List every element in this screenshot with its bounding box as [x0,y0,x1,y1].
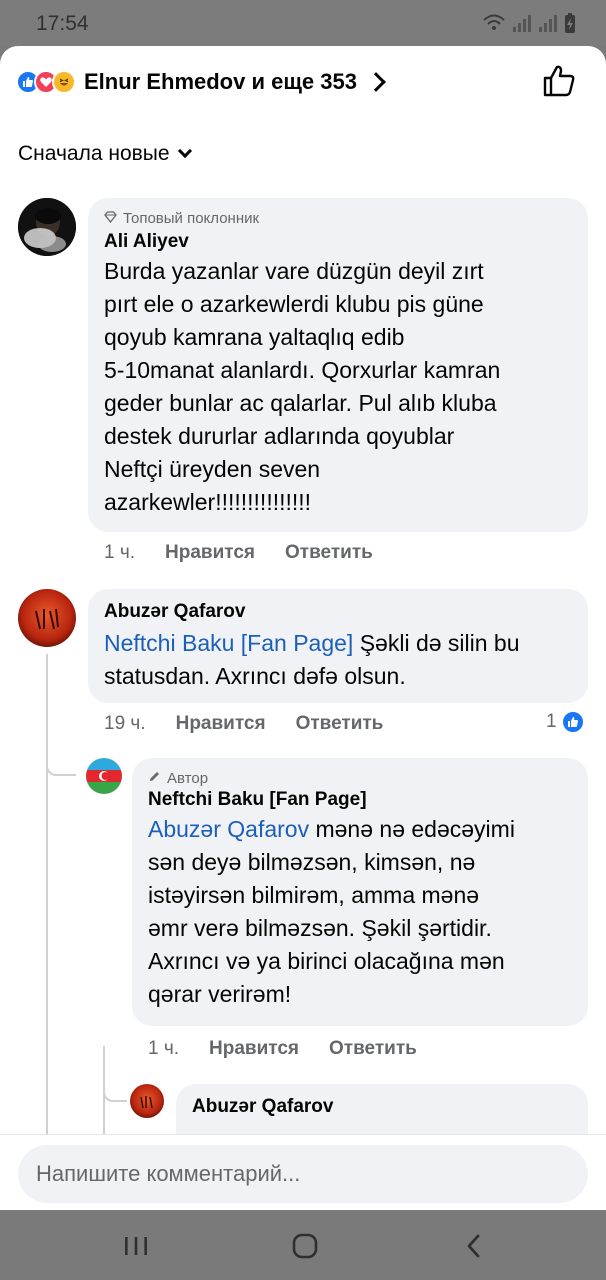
comment-actions: 1 ч. Нравится Ответить [148,1038,447,1060]
text-line: statusdan. Axrıncı dəfə olsun. [104,663,406,689]
signal-icon-2 [538,13,558,38]
comment-author[interactable]: Neftchi Baku [Fan Page] [148,789,572,811]
text-segment: Şəkli də silin bu [353,630,520,656]
text-line: qoyub kamrana yaltaqlıq edib [104,324,405,350]
author-badge: Автор [148,770,572,787]
like-button[interactable]: Нравится [176,713,266,735]
comment-text: Neftchi Baku [Fan Page] Şəkli də silin b… [104,627,572,693]
reply-connector [46,754,76,776]
comment-time: 19 ч. [104,713,146,734]
reaction-icons [16,70,76,94]
battery-charging-icon [564,12,576,39]
like-icon [560,710,585,734]
status-time: 17:54 [36,12,89,35]
comment-author[interactable]: Abuzər Qafarov [104,601,572,623]
signal-icon [512,13,532,38]
reactions-summary[interactable]: Elnur Ehmedov и еще 353 [16,64,590,100]
home-icon[interactable] [287,1228,323,1264]
sort-dropdown[interactable]: Сначала новые [18,142,192,166]
text-line: Abuzər Qafarov mənə nə edəcəyimi [148,813,572,846]
chevron-down-icon [177,143,192,159]
badge-label: Топовый поклонник [123,210,260,227]
reply-button[interactable]: Ответить [285,542,373,564]
text-line: 5-10manat alanlardı. Qorxurlar kamran [104,357,501,383]
text-line: istəyirsən bilmirəm, amma mənə [148,882,480,908]
text-line: Burda yazanlar vare düzgün deyil zırt [104,258,484,284]
wifi-icon [482,13,506,38]
text-segment: mənə nə edəcəyimi [309,816,515,842]
diamond-icon [104,210,117,227]
comment-time: 1 ч. [148,1038,180,1059]
avatar-neftchi-baku[interactable] [86,758,122,794]
top-fan-badge: Топовый поклонник [104,210,572,227]
comments-sheet: Elnur Ehmedov и еще 353 Сначала новые То… [0,46,606,1210]
status-icons [482,12,576,39]
text-line: Axrıncı və ya birinci olacağına mən [148,948,505,974]
like-button[interactable]: Нравится [209,1038,299,1060]
haha-icon [52,70,76,94]
comment-author[interactable]: Abuzər Qafarov [192,1096,572,1118]
text-line: pırt ele o azarkewlerdi klubu pis güne [104,291,484,317]
comment-bubble: Топовый поклонник Ali Aliyev Burda yazan… [88,198,588,532]
comment-bubble: Автор Neftchi Baku [Fan Page] Abuzər Qaf… [132,758,588,1026]
thread-line [46,654,48,1134]
reply-button[interactable]: Ответить [296,713,384,735]
pencil-icon [148,770,161,787]
reply-button[interactable]: Ответить [329,1038,417,1060]
comment-text: Burda yazanlar vare düzgün deyil zırt pı… [104,255,572,519]
comment-reactions[interactable]: 1 [546,710,585,734]
comment-composer: Напишите комментарий... [0,1134,606,1210]
text-line: əmr verə bilməzsən. Şəkil şərtidir. [148,915,492,941]
reaction-count: 1 [546,711,557,732]
text-line: destek dururlar adlarında qoyublar [104,423,455,449]
comment-input[interactable]: Напишите комментарий... [18,1145,588,1203]
badge-label: Автор [167,770,209,787]
sort-label: Сначала новые [18,142,170,165]
text-line: Neftchi Baku [Fan Page] Şəkli də silin b… [104,627,572,660]
text-line: Neftçi üreyden seven [104,456,321,482]
recents-icon[interactable] [118,1228,154,1264]
comment-author[interactable]: Ali Aliyev [104,231,572,253]
thumbs-up-icon[interactable] [542,64,582,100]
comment-bubble: Abuzər Qafarov Neftchi Baku [Fan Page] Ş… [88,589,588,703]
reply-connector [103,1086,127,1102]
reactors-text: Elnur Ehmedov и еще 353 [84,69,357,94]
android-nav-bar [0,1210,606,1280]
comment-input-placeholder: Напишите комментарий... [36,1161,301,1186]
mention-link[interactable]: Neftchi Baku [Fan Page] [104,630,353,656]
comment-actions: 1 ч. Нравится Ответить [104,542,403,564]
comment-text: Abuzər Qafarov mənə nə edəcəyimi sən dey… [148,813,572,1011]
text-line: qərar verirəm! [148,981,292,1007]
text-line: geder bunlar ac qalarlar. Pul alıb kluba [104,390,497,416]
status-bar: 17:54 [0,0,606,46]
mention-link[interactable]: Abuzər Qafarov [148,816,309,842]
text-line: sən deyə bilməzsən, kimsən, nə [148,849,476,875]
back-icon[interactable] [456,1228,492,1264]
avatar-ali-aliyev[interactable] [18,198,76,256]
avatar-abuzer-qafarov[interactable] [18,589,76,647]
avatar-abuzer-qafarov[interactable] [130,1084,164,1118]
text-line: azarkewler!!!!!!!!!!!!!!! [104,489,312,515]
like-button[interactable]: Нравится [165,542,255,564]
comment-time: 1 ч. [104,542,136,563]
chevron-right-icon [366,72,386,92]
comment-actions: 19 ч. Нравится Ответить [104,713,413,735]
